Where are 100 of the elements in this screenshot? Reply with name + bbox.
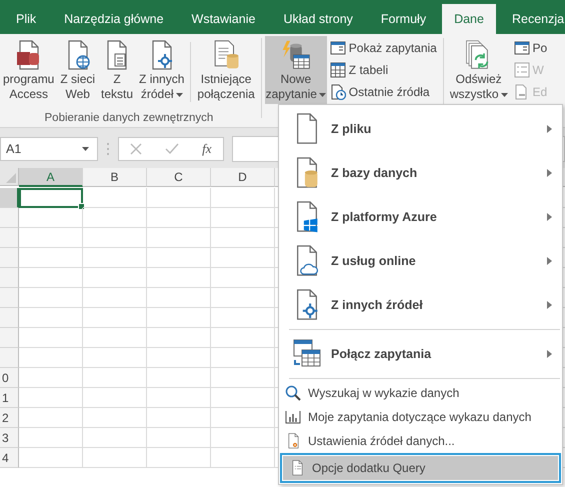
- ribbon-tab[interactable]: Wstawianie: [180, 4, 268, 34]
- cell[interactable]: [19, 448, 83, 468]
- row-header[interactable]: [0, 348, 19, 368]
- ribbon-tab[interactable]: Dane: [442, 4, 496, 34]
- row-header[interactable]: [0, 188, 19, 208]
- cell[interactable]: [19, 428, 83, 448]
- cell[interactable]: [147, 208, 211, 228]
- cell[interactable]: [19, 328, 83, 348]
- menu-item[interactable]: Z innych źródeł: [279, 283, 562, 327]
- menu-item[interactable]: Wyszukaj w wykazie danych: [279, 381, 562, 405]
- cell[interactable]: [83, 228, 147, 248]
- menu-item[interactable]: Z bazy danych: [279, 151, 562, 195]
- check-icon[interactable]: [165, 143, 180, 155]
- ribbon-small-button[interactable]: Z tabeli: [326, 60, 440, 80]
- cell[interactable]: [19, 248, 83, 268]
- refresh-all-button[interactable]: Odśwież wszystko: [446, 36, 511, 104]
- cell[interactable]: [211, 348, 275, 368]
- row-header[interactable]: 2: [0, 408, 19, 428]
- cell[interactable]: [211, 388, 275, 408]
- cell[interactable]: [147, 308, 211, 328]
- row-header[interactable]: 3: [0, 428, 19, 448]
- row-header[interactable]: [0, 248, 19, 268]
- ribbon-small-button[interactable]: Pokaż zapytania: [326, 38, 440, 58]
- row-header[interactable]: 4: [0, 448, 19, 468]
- cell[interactable]: [83, 308, 147, 328]
- row-header[interactable]: [0, 208, 19, 228]
- cell[interactable]: [83, 328, 147, 348]
- cell[interactable]: [211, 248, 275, 268]
- cell[interactable]: [211, 328, 275, 348]
- row-header[interactable]: 1: [0, 388, 19, 408]
- ribbon-tab[interactable]: Plik: [4, 4, 48, 34]
- cell[interactable]: [83, 248, 147, 268]
- cell[interactable]: [147, 248, 211, 268]
- column-header[interactable]: D: [211, 168, 275, 187]
- cell[interactable]: [19, 308, 83, 328]
- cell[interactable]: [211, 308, 275, 328]
- row-header[interactable]: [0, 288, 19, 308]
- ribbon-tab[interactable]: Narzędzia główne: [52, 4, 176, 34]
- name-box[interactable]: A1: [0, 137, 98, 161]
- column-header[interactable]: A: [19, 168, 83, 187]
- cell[interactable]: [211, 228, 275, 248]
- cell[interactable]: [211, 288, 275, 308]
- cell[interactable]: [19, 408, 83, 428]
- cell[interactable]: [147, 368, 211, 388]
- cell[interactable]: [147, 268, 211, 288]
- cell[interactable]: [83, 208, 147, 228]
- cell[interactable]: [83, 428, 147, 448]
- row-header[interactable]: [0, 328, 19, 348]
- cell[interactable]: [211, 428, 275, 448]
- column-header[interactable]: C: [147, 168, 211, 187]
- ribbon-tab[interactable]: Układ strony: [271, 4, 365, 34]
- cell[interactable]: [211, 208, 275, 228]
- menu-item[interactable]: Połącz zapytania: [279, 332, 562, 376]
- cell[interactable]: [19, 268, 83, 288]
- insert-function-button[interactable]: fx: [202, 141, 212, 157]
- cell[interactable]: [83, 408, 147, 428]
- cell[interactable]: [147, 388, 211, 408]
- cell[interactable]: [147, 428, 211, 448]
- cell[interactable]: [147, 448, 211, 468]
- ribbon-button[interactable]: Z sieci Web: [57, 36, 98, 104]
- cell[interactable]: [83, 348, 147, 368]
- cell[interactable]: [211, 368, 275, 388]
- cell[interactable]: [83, 388, 147, 408]
- cell[interactable]: [19, 388, 83, 408]
- ribbon-button[interactable]: Istniejące połączenia: [194, 36, 258, 104]
- ribbon-button[interactable]: Z tekstu: [98, 36, 136, 104]
- ribbon-button[interactable]: Z innych źródeł: [136, 36, 188, 104]
- cell[interactable]: [211, 268, 275, 288]
- row-header[interactable]: [0, 308, 19, 328]
- cell[interactable]: [19, 288, 83, 308]
- row-header[interactable]: 0: [0, 368, 19, 388]
- cell[interactable]: [19, 228, 83, 248]
- ribbon-tab[interactable]: Recenzja: [500, 4, 565, 34]
- cell[interactable]: [147, 188, 211, 208]
- menu-item[interactable]: Z pliku: [279, 107, 562, 151]
- cell[interactable]: [19, 348, 83, 368]
- menu-item[interactable]: Z usług online: [279, 239, 562, 283]
- row-header[interactable]: [0, 268, 19, 288]
- ribbon-tab[interactable]: Formuły: [368, 4, 438, 34]
- cell[interactable]: [147, 288, 211, 308]
- cell[interactable]: [211, 448, 275, 468]
- cell[interactable]: [83, 188, 147, 208]
- ribbon-small-button[interactable]: Ostatnie źródła: [326, 82, 440, 102]
- cell[interactable]: [211, 408, 275, 428]
- cell[interactable]: [83, 268, 147, 288]
- cell[interactable]: [147, 348, 211, 368]
- cell[interactable]: [83, 448, 147, 468]
- menu-item[interactable]: Z platformy Azure: [279, 195, 562, 239]
- cell[interactable]: [147, 228, 211, 248]
- ribbon-small-button[interactable]: Po: [510, 38, 550, 58]
- cancel-icon[interactable]: [130, 143, 142, 155]
- menu-item[interactable]: Ustawienia źródeł danych...: [279, 429, 562, 453]
- cell[interactable]: [83, 288, 147, 308]
- new-query-button[interactable]: Nowe zapytanie: [264, 36, 327, 104]
- cell[interactable]: [19, 188, 83, 208]
- ribbon-button[interactable]: programu Access: [0, 36, 58, 104]
- menu-item[interactable]: Moje zapytania dotyczące wykazu danych: [279, 405, 562, 429]
- cell[interactable]: [147, 328, 211, 348]
- menu-item[interactable]: Opcje dodatku Query: [283, 456, 558, 480]
- cell[interactable]: [83, 368, 147, 388]
